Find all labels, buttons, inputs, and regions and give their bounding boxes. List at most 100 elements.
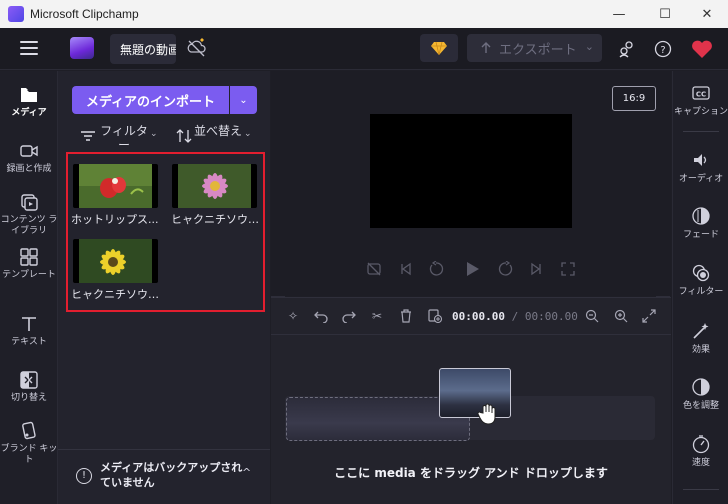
screenshot-icon[interactable] bbox=[365, 260, 383, 278]
nav-record-create-label: 録画と作成 bbox=[6, 164, 52, 174]
left-nav: メディア 録画と作成 コンテンツ ライブラリ テンプレート テキスト 切り替え … bbox=[0, 71, 58, 504]
svg-text:CC: CC bbox=[696, 91, 706, 99]
nav-speed[interactable]: 速度 bbox=[673, 434, 728, 469]
split-scissors-icon[interactable]: ✂ bbox=[369, 308, 385, 324]
nav-transitions[interactable]: 切り替え bbox=[0, 370, 58, 404]
filter-label: フィルター bbox=[100, 124, 148, 152]
media-thumbnail-hotlips[interactable] bbox=[73, 164, 158, 208]
close-window-button[interactable]: ✕ bbox=[684, 0, 728, 28]
delete-icon[interactable] bbox=[398, 308, 414, 324]
aspect-ratio-button[interactable]: 16:9 bbox=[612, 86, 656, 111]
info-icon: ! bbox=[76, 468, 92, 484]
dragged-media-preview[interactable] bbox=[439, 368, 511, 418]
nav-templates[interactable]: テンプレート bbox=[0, 247, 58, 281]
nav-effects-label: 効果 bbox=[691, 345, 710, 355]
fade-icon bbox=[692, 207, 710, 225]
nav-filters-label: フィルター bbox=[678, 287, 724, 297]
nav-content-library-label: コンテンツ ライブラリ bbox=[0, 215, 58, 236]
nav-brand-kit-label: ブランド キット bbox=[0, 444, 58, 465]
nav-record-create[interactable]: 録画と作成 bbox=[0, 141, 58, 175]
rewind-5s-icon[interactable] bbox=[427, 260, 445, 278]
undo-icon[interactable] bbox=[313, 308, 329, 324]
fit-timeline-icon[interactable] bbox=[641, 308, 657, 324]
import-media-button[interactable]: メディアのインポート bbox=[72, 86, 229, 114]
audio-icon bbox=[694, 154, 707, 166]
speed-icon bbox=[692, 435, 710, 454]
diamond-icon bbox=[431, 41, 447, 55]
nav-filters[interactable]: フィルター bbox=[673, 263, 728, 298]
play-icon[interactable] bbox=[463, 260, 481, 278]
app-header: 無題の動画 エクスポート ⌄ ? bbox=[0, 28, 728, 70]
sort-button[interactable]: 並べ替え ⌄ bbox=[176, 124, 252, 144]
camera-icon bbox=[20, 145, 38, 157]
media-thumbnail-zinnia-pink[interactable] bbox=[172, 164, 257, 208]
project-name-field[interactable]: 無題の動画 bbox=[110, 34, 176, 64]
nav-color-adjust-label: 色を調整 bbox=[682, 401, 719, 411]
timecode-display: 00:00.00 / 00:00.00 bbox=[452, 310, 578, 323]
window-titlebar: Microsoft Clipchamp — ☐ ✕ bbox=[0, 0, 728, 28]
effects-icon bbox=[693, 323, 709, 339]
import-options-chevron-icon[interactable]: ⌄ bbox=[230, 86, 257, 114]
fullscreen-icon[interactable] bbox=[559, 260, 577, 278]
nav-color-adjust[interactable]: 色を調整 bbox=[673, 377, 728, 412]
upload-icon bbox=[481, 42, 491, 53]
nav-captions[interactable]: CC キャプション bbox=[673, 83, 728, 118]
skip-back-icon[interactable] bbox=[397, 260, 415, 278]
export-label: エクスポート bbox=[499, 42, 577, 58]
divider bbox=[683, 131, 719, 132]
nav-effects[interactable]: 効果 bbox=[673, 321, 728, 356]
menu-icon[interactable] bbox=[20, 41, 38, 55]
grab-hand-cursor-icon bbox=[476, 402, 500, 426]
nav-captions-label: キャプション bbox=[673, 107, 728, 117]
toolbar-divider bbox=[271, 334, 671, 335]
current-time: 00:00.00 bbox=[452, 310, 505, 323]
backup-notice[interactable]: ! メディアはバックアップされていません ^ bbox=[58, 449, 270, 504]
chevron-up-icon[interactable]: ^ bbox=[242, 466, 251, 479]
zoom-in-icon[interactable] bbox=[613, 308, 629, 324]
nav-media[interactable]: メディア bbox=[0, 85, 58, 119]
video-canvas bbox=[370, 114, 572, 228]
window-title: Microsoft Clipchamp bbox=[30, 7, 139, 21]
skip-forward-icon[interactable] bbox=[527, 260, 545, 278]
chevron-down-icon: ⌄ bbox=[150, 129, 158, 139]
nav-content-library[interactable]: コンテンツ ライブラリ bbox=[0, 192, 58, 237]
cloud-sync-off-icon[interactable] bbox=[186, 38, 208, 58]
nav-media-label: メディア bbox=[11, 108, 47, 118]
share-icon[interactable] bbox=[616, 38, 638, 60]
timeline: ✧ ✂ 00:00.00 / 00:00.00 ここに media をドラッグ … bbox=[271, 297, 671, 504]
help-icon[interactable]: ? bbox=[652, 38, 674, 60]
nav-brand-kit[interactable]: ブランド キット bbox=[0, 421, 58, 466]
premium-button[interactable] bbox=[420, 34, 458, 62]
filter-button[interactable]: フィルター ⌄ bbox=[80, 124, 158, 152]
clipchamp-app-icon bbox=[8, 6, 24, 22]
maximize-button[interactable]: ☐ bbox=[642, 0, 688, 28]
nav-audio-label: オーディオ bbox=[678, 174, 724, 184]
captions-icon: CC bbox=[692, 86, 710, 100]
total-time: 00:00.00 bbox=[524, 310, 578, 323]
nav-speed-label: 速度 bbox=[691, 458, 710, 468]
color-adjust-icon bbox=[692, 378, 710, 396]
add-to-timeline-icon[interactable] bbox=[427, 308, 443, 324]
nav-text[interactable]: テキスト bbox=[0, 314, 58, 348]
forward-5s-icon[interactable] bbox=[497, 260, 515, 278]
nav-transitions-label: 切り替え bbox=[10, 393, 47, 403]
chevron-down-icon[interactable]: ⌄ bbox=[585, 40, 594, 53]
export-button[interactable]: エクスポート ⌄ bbox=[467, 34, 602, 62]
media-item-label: ヒャクニチソウ_... bbox=[171, 213, 261, 226]
minimize-button[interactable]: — bbox=[596, 0, 642, 28]
nav-text-label: テキスト bbox=[11, 337, 47, 347]
filter-lines-icon bbox=[81, 131, 95, 141]
clipchamp-logo-icon bbox=[70, 37, 94, 59]
media-item-label: ホットリップス... bbox=[71, 213, 159, 226]
redo-icon[interactable] bbox=[341, 308, 357, 324]
profile-heart-icon[interactable] bbox=[690, 37, 714, 61]
nav-audio[interactable]: オーディオ bbox=[673, 150, 728, 185]
filter-icon bbox=[692, 264, 710, 282]
nav-templates-label: テンプレート bbox=[2, 270, 56, 280]
preview-area: 16:9 bbox=[271, 71, 671, 296]
time-separator: / bbox=[511, 310, 519, 323]
zoom-out-icon[interactable] bbox=[584, 308, 600, 324]
nav-fade[interactable]: フェード bbox=[673, 206, 728, 241]
media-thumbnail-zinnia-yellow[interactable] bbox=[73, 239, 158, 283]
magic-tools-icon[interactable]: ✧ bbox=[285, 308, 301, 324]
